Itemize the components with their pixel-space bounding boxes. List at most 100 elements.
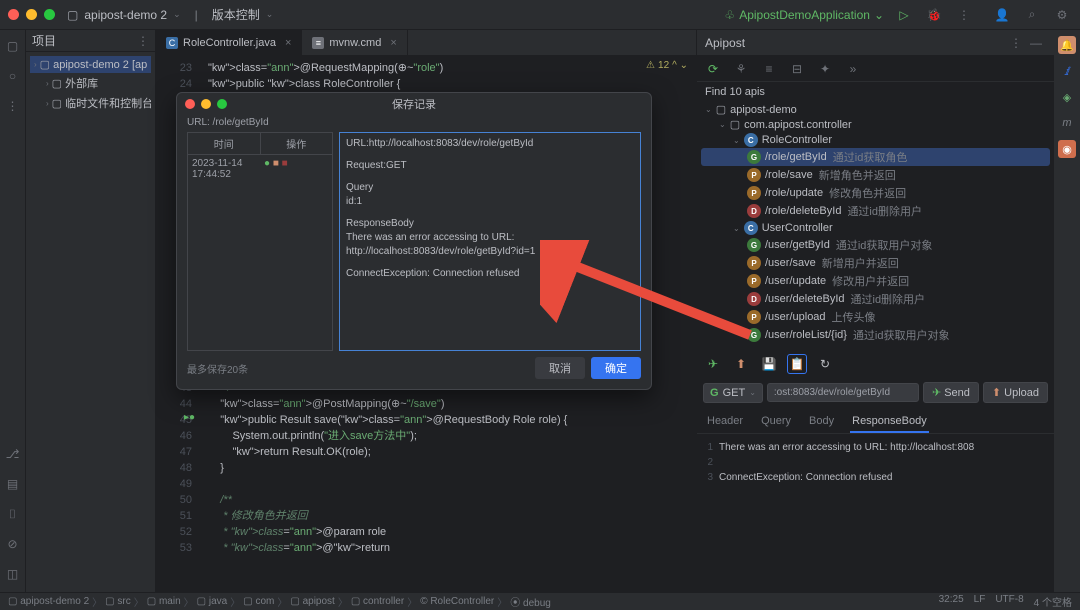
debug-button[interactable]: 🐞 [924, 5, 944, 25]
apipost-button[interactable]: ◉ [1058, 140, 1076, 158]
code-with-me-button[interactable]: 👤 [992, 5, 1012, 25]
apipost-header: Apipost ⋮ — [697, 30, 1054, 56]
response-body[interactable]: 123 There was an error accessing to URL:… [697, 434, 1054, 592]
api-tree-item[interactable]: P/user/save新增用户并返回 [701, 254, 1050, 272]
maven-button[interactable]: m [1058, 114, 1076, 132]
api-tree-item[interactable]: D/role/deleteById通过id删除用户 [701, 202, 1050, 220]
api-tree-item[interactable]: ⌄CUserController [701, 220, 1050, 236]
api-tree-item[interactable]: D/user/deleteById通过id删除用户 [701, 290, 1050, 308]
http-method-select[interactable]: G GET ⌄ [703, 383, 763, 403]
history-row[interactable]: 2023-11-14 17:44:52 ● ■ ■ [188, 155, 332, 183]
project-tree[interactable]: ›▢apipost-demo 2 [ap›▢外部库›▢临时文件和控制台 [26, 52, 155, 117]
close-window-button[interactable] [8, 9, 19, 20]
ai-button[interactable]: ⅈ [1058, 62, 1076, 80]
vcs-menu[interactable]: 版本控制 [212, 6, 260, 23]
clock-icon[interactable]: ↻ [815, 354, 835, 374]
modal-maximize-button[interactable] [217, 99, 227, 109]
project-tree-item[interactable]: ›▢apipost-demo 2 [ap [30, 56, 151, 73]
breadcrumb-item[interactable]: © RoleController [420, 596, 494, 607]
response-gutter: 123 [703, 440, 719, 586]
chevron-icon[interactable]: » [843, 59, 863, 79]
response-tab[interactable]: Body [807, 411, 836, 433]
response-tab[interactable]: ResponseBody [850, 411, 929, 433]
editor-tab[interactable]: CRoleController.java× [156, 30, 302, 56]
structure-tool-button[interactable]: ⋮ [3, 96, 23, 116]
sort-icon[interactable]: ≡ [759, 59, 779, 79]
settings-button[interactable]: ⚙ [1052, 5, 1072, 25]
api-tree-item[interactable]: P/user/update修改用户并返回 [701, 272, 1050, 290]
indent-setting[interactable]: 4 个空格 [1034, 594, 1072, 609]
api-tree-item[interactable]: ⌄CRoleController [701, 132, 1050, 148]
window-controls [8, 9, 55, 20]
send-icon[interactable]: ✈ [703, 354, 723, 374]
upload-button[interactable]: ⬆Upload [983, 382, 1048, 403]
ok-button[interactable]: 确定 [591, 357, 641, 379]
more-actions-button[interactable]: ⋮ [954, 5, 974, 25]
services-button[interactable]: ▤ [3, 474, 23, 494]
maximize-window-button[interactable] [44, 9, 55, 20]
breadcrumbs[interactable]: ▢ apipost-demo 2〉▢ src〉▢ main〉▢ java〉▢ c… [8, 594, 551, 609]
project-tree-item[interactable]: ›▢外部库 [30, 73, 151, 93]
api-tree-item[interactable]: P/role/save新增角色并返回 [701, 166, 1050, 184]
breadcrumb-item[interactable]: ⦿ debug [510, 594, 551, 609]
api-tree-item[interactable]: G/role/getById通过id获取角色 [701, 148, 1050, 166]
editor-tab[interactable]: ≡mvnw.cmd× [302, 30, 407, 56]
search-button[interactable]: ⌕ [1022, 5, 1042, 25]
run-config-label: ApipostDemoApplication [739, 8, 870, 22]
build-button[interactable]: ◫ [3, 564, 23, 584]
terminal-button[interactable]: ⌷ [3, 504, 23, 524]
url-input[interactable]: :ost:8083/dev/role/getById [767, 383, 919, 402]
history-icon[interactable]: 📋 [787, 354, 807, 374]
breadcrumb-item[interactable]: ▢ com [243, 596, 274, 607]
inspection-widget[interactable]: ⚠ 12 ^ ⌄ [646, 60, 688, 71]
response-tab[interactable]: Query [759, 411, 793, 433]
api-tree-item[interactable]: G/user/roleList/{id}通过id获取用户对象 [701, 326, 1050, 344]
modal-minimize-button[interactable] [201, 99, 211, 109]
cursor-position[interactable]: 32:25 [939, 594, 964, 609]
commit-tool-button[interactable]: ○ [3, 66, 23, 86]
filter-icon[interactable]: ⚘ [731, 59, 751, 79]
settings-icon[interactable]: ✦ [815, 59, 835, 79]
api-tree-item[interactable]: P/role/update修改角色并返回 [701, 184, 1050, 202]
problems-button[interactable]: ⊘ [3, 534, 23, 554]
titlebar: ▢ apipost-demo 2 ⌄ | 版本控制 ⌄ ♧ ApipostDem… [0, 0, 1080, 30]
send-button[interactable]: ✈Send [923, 382, 979, 403]
breadcrumb-item[interactable]: ▢ java [197, 596, 228, 607]
run-configuration[interactable]: ♧ ApipostDemoApplication ⌄ [724, 8, 884, 22]
api-tree-item[interactable]: P/user/upload上传头像 [701, 308, 1050, 326]
breadcrumb-item[interactable]: ▢ main [147, 596, 181, 607]
save-icon[interactable]: 💾 [759, 354, 779, 374]
modal-close-button[interactable] [185, 99, 195, 109]
detail-query-id: id:1 [346, 196, 362, 207]
api-tree-item[interactable]: ⌄▢apipost-demo [701, 102, 1050, 117]
statusbar: ▢ apipost-demo 2〉▢ src〉▢ main〉▢ java〉▢ c… [0, 592, 1080, 610]
project-name[interactable]: apipost-demo 2 [84, 8, 167, 22]
api-tree-item[interactable]: ⌄▢com.apipost.controller [701, 117, 1050, 132]
breadcrumb-item[interactable]: ▢ src [105, 596, 131, 607]
notifications-button[interactable]: 🔔 [1058, 36, 1076, 54]
more-icon[interactable]: ⋮ [1006, 33, 1026, 53]
run-button[interactable]: ▷ [894, 5, 914, 25]
cancel-button[interactable]: 取消 [535, 357, 585, 379]
version-control-button[interactable]: ⎇ [3, 444, 23, 464]
minimize-window-button[interactable] [26, 9, 37, 20]
more-icon[interactable]: ⋮ [137, 34, 149, 48]
line-separator[interactable]: LF [974, 594, 986, 609]
response-tab[interactable]: Header [705, 411, 745, 433]
gutter-run-icon[interactable]: ▸● [184, 412, 195, 428]
file-encoding[interactable]: UTF-8 [995, 594, 1023, 609]
hide-panel-button[interactable]: — [1026, 33, 1046, 53]
collapse-icon[interactable]: ⊟ [787, 59, 807, 79]
apipost-title: Apipost [705, 36, 745, 50]
apipost-api-tree[interactable]: ⌄▢apipost-demo⌄▢com.apipost.controller⌄C… [697, 100, 1054, 350]
export-icon[interactable]: ⬆ [731, 354, 751, 374]
breadcrumb-item[interactable]: ▢ apipost [290, 596, 334, 607]
api-tree-item[interactable]: G/user/getById通过id获取用户对象 [701, 236, 1050, 254]
refresh-icon[interactable]: ⟳ [703, 59, 723, 79]
breadcrumb-item[interactable]: ▢ controller [351, 596, 404, 607]
breadcrumb-item[interactable]: ▢ apipost-demo 2 [8, 596, 89, 607]
detail-response-label: ResponseBody [346, 218, 414, 229]
project-tree-item[interactable]: ›▢临时文件和控制台 [30, 93, 151, 113]
database-button[interactable]: ◈ [1058, 88, 1076, 106]
project-tool-button[interactable]: ▢ [3, 36, 23, 56]
